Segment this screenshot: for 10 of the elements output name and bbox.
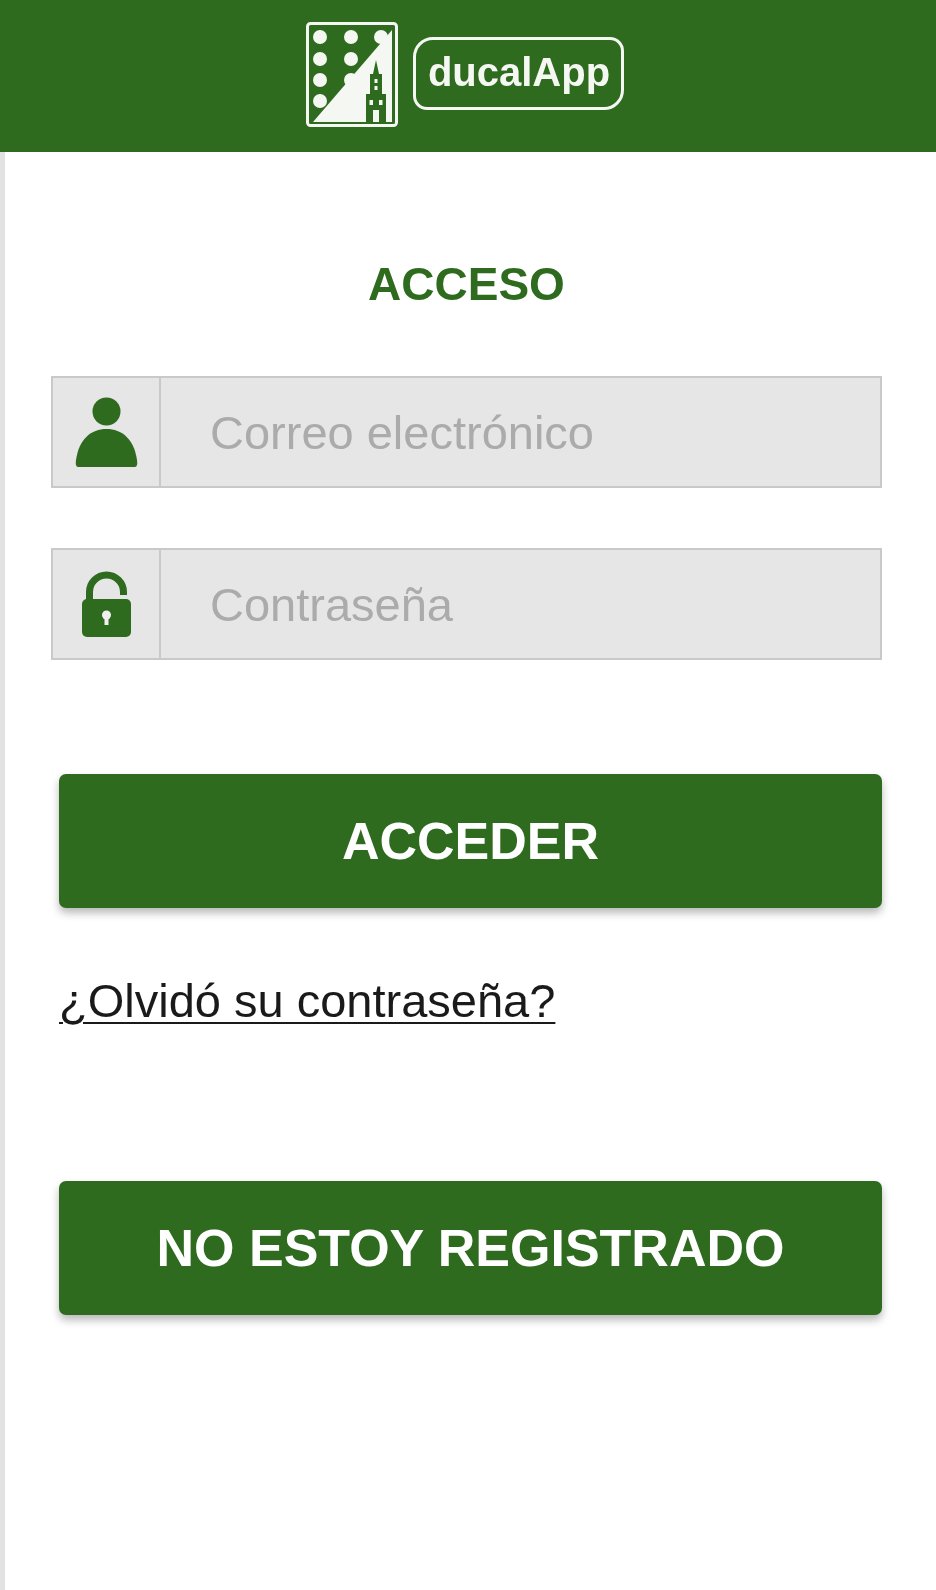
- register-button[interactable]: NO ESTOY REGISTRADO: [59, 1181, 882, 1315]
- logo-icon: [305, 21, 398, 127]
- email-field[interactable]: Correo electrónico: [161, 376, 882, 488]
- password-field[interactable]: Contraseña: [161, 548, 882, 660]
- page-title: ACCESO: [368, 258, 565, 311]
- lock-icon: [81, 571, 131, 637]
- forgot-password-link[interactable]: ¿Olvidó su contraseña?: [59, 974, 556, 1028]
- user-icon: [74, 397, 138, 467]
- login-button[interactable]: ACCEDER: [59, 774, 882, 908]
- logo-text: ducalApp: [412, 37, 625, 110]
